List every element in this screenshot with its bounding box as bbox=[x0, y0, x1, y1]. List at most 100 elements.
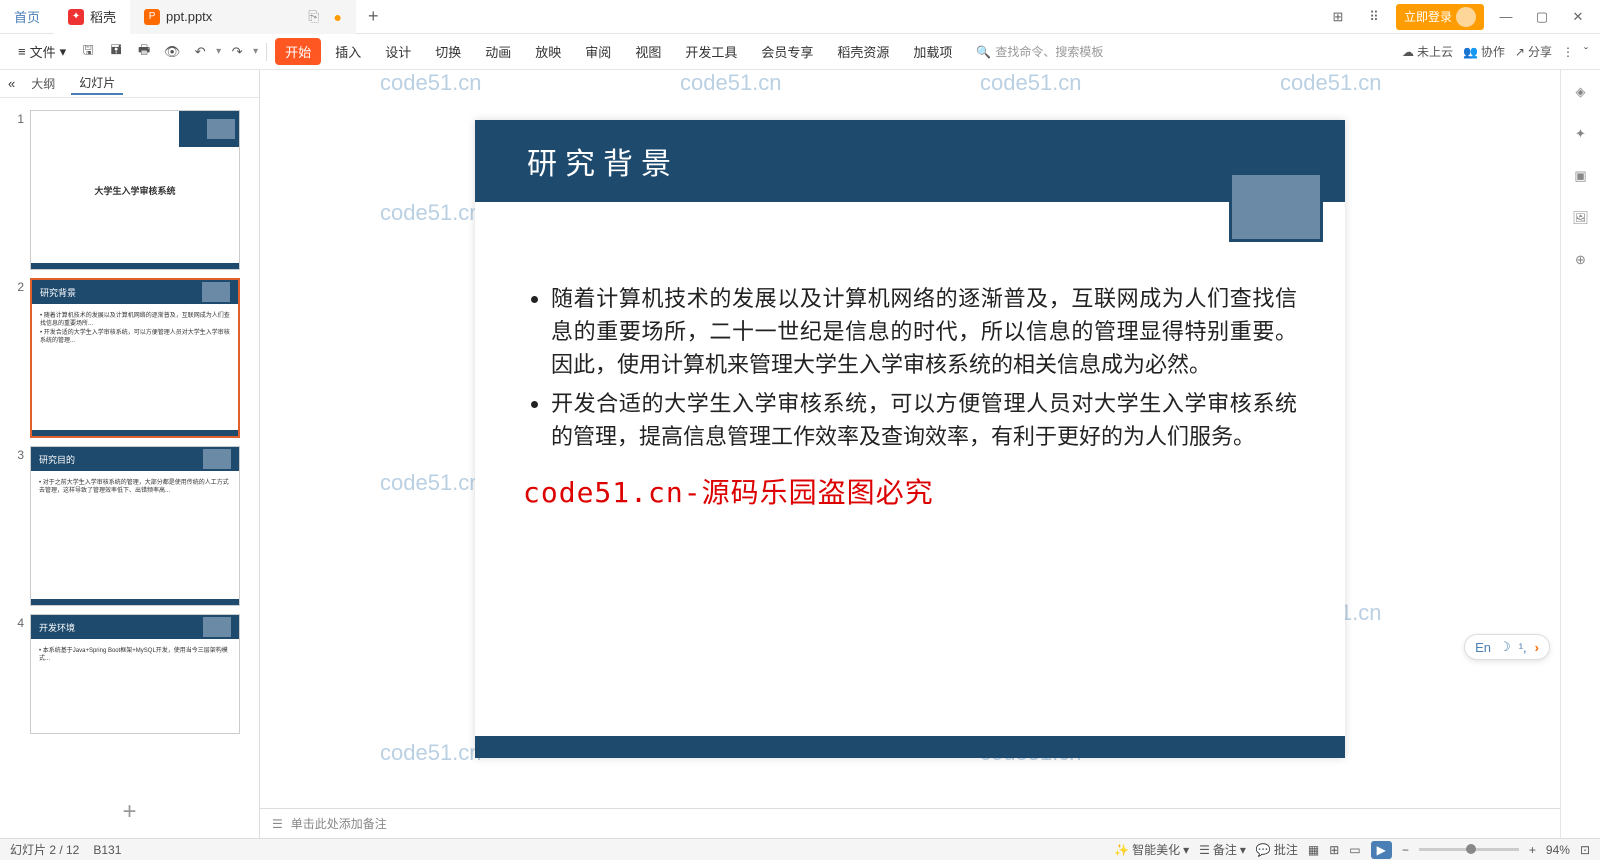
thumb-4[interactable]: 开发环境 • 本系统基于Java+Spring Boot框架+MySQL开发，使… bbox=[30, 614, 240, 734]
watermark: code51.cn bbox=[380, 200, 482, 226]
slideshow-button[interactable]: ▶ bbox=[1371, 841, 1392, 859]
undo-dropdown[interactable]: ▾ bbox=[216, 46, 221, 57]
beautify-label: 智能美化 bbox=[1132, 841, 1180, 858]
close-icon[interactable]: ✕ bbox=[1564, 3, 1592, 31]
tab-dot-icon: ● bbox=[334, 9, 342, 25]
slide-title[interactable]: 研究背景 bbox=[475, 120, 1345, 202]
zoom-level[interactable]: 94% bbox=[1546, 843, 1570, 857]
zoom-out[interactable]: − bbox=[1402, 843, 1409, 857]
search-icon: 🔍 bbox=[976, 45, 991, 59]
redo-icon[interactable]: ↷ bbox=[225, 40, 249, 64]
tab-docker-label: 稻壳 bbox=[90, 7, 116, 26]
minimize-icon[interactable]: — bbox=[1492, 3, 1520, 31]
undo-icon[interactable]: ↶ bbox=[188, 40, 212, 64]
view-sorter-icon[interactable]: ⊞ bbox=[1329, 843, 1339, 857]
avatar bbox=[1456, 7, 1476, 27]
coop-label: 协作 bbox=[1481, 43, 1505, 60]
ime-lang[interactable]: En bbox=[1475, 640, 1491, 655]
panel-collapse[interactable]: « bbox=[8, 76, 15, 91]
tab-file[interactable]: P ppt.pptx ⎘ ● bbox=[130, 0, 356, 34]
ribbon-devtools[interactable]: 开发工具 bbox=[675, 38, 747, 65]
fit-icon[interactable]: ⊡ bbox=[1580, 843, 1590, 857]
toolbar: ≡ 文件 ▾ 🖫 🖬 🖶 👁 ↶ ▾ ↷ ▾ 开始 插入 设计 切换 动画 放映… bbox=[0, 34, 1600, 70]
ribbon-vip[interactable]: 会员专享 bbox=[751, 38, 823, 65]
rail-diamond-icon[interactable]: ◈ bbox=[1569, 80, 1593, 104]
rail-plus-icon[interactable]: ⊕ bbox=[1569, 248, 1593, 272]
tab-add[interactable]: + bbox=[356, 6, 391, 27]
file-menu[interactable]: ≡ 文件 ▾ bbox=[12, 42, 72, 61]
watermark-text: code51.cn-源码乐园盗图必究 bbox=[523, 471, 1297, 511]
zoom-in[interactable]: + bbox=[1529, 843, 1536, 857]
rail-image-icon[interactable]: 🖼 bbox=[1569, 206, 1593, 230]
login-label: 立即登录 bbox=[1404, 8, 1452, 25]
thumb-title: 研究目的 bbox=[39, 453, 75, 466]
comments-toggle[interactable]: 💬批注 bbox=[1256, 841, 1298, 858]
thumb-1[interactable]: 大学生入学审核系统 bbox=[30, 110, 240, 270]
ime-comma-icon[interactable]: ¹, bbox=[1519, 640, 1527, 655]
ribbon-review[interactable]: 审阅 bbox=[575, 38, 621, 65]
notes-icon: ☰ bbox=[272, 817, 283, 831]
cloud-status[interactable]: ☁未上云 bbox=[1402, 43, 1453, 60]
collapse-ribbon-icon[interactable]: ˇ bbox=[1584, 45, 1588, 59]
layout-icon[interactable]: ⊞ bbox=[1324, 3, 1352, 31]
login-button[interactable]: 立即登录 bbox=[1396, 4, 1484, 30]
ribbon-addins[interactable]: 加载项 bbox=[903, 38, 962, 65]
ribbon-slideshow[interactable]: 放映 bbox=[525, 38, 571, 65]
ime-moon-icon[interactable]: ☽ bbox=[1499, 639, 1511, 655]
tab-docker[interactable]: ✦ 稻壳 bbox=[54, 0, 130, 34]
slide-panel: « 大纲 幻灯片 1 大学生入学审核系统 2 研究背景 • 随着计算 bbox=[0, 70, 260, 838]
print-icon[interactable]: 🖶 bbox=[132, 40, 156, 64]
notes-bar[interactable]: ☰ 单击此处添加备注 bbox=[260, 808, 1560, 838]
thumb-3[interactable]: 研究目的 • 对于之前大学生入学审核系统的管理，大部分都是使用传统的人工方式去管… bbox=[30, 446, 240, 606]
share-label: 分享 bbox=[1528, 43, 1552, 60]
ribbon-transition[interactable]: 切换 bbox=[425, 38, 471, 65]
slide-corner-image bbox=[1229, 172, 1323, 242]
slide-footer-bar bbox=[475, 736, 1345, 758]
rail-layers-icon[interactable]: ▣ bbox=[1569, 164, 1593, 188]
ribbon-design[interactable]: 设计 bbox=[375, 38, 421, 65]
slide[interactable]: 研究背景 随着计算机技术的发展以及计算机网络的逐渐普及，互联网成为人们查找信息的… bbox=[475, 120, 1345, 758]
slide-body[interactable]: 随着计算机技术的发展以及计算机网络的逐渐普及，互联网成为人们查找信息的重要场所，… bbox=[475, 202, 1345, 531]
view-normal-icon[interactable]: ▦ bbox=[1308, 843, 1319, 857]
thumb-number: 2 bbox=[8, 278, 24, 438]
maximize-icon[interactable]: ▢ bbox=[1528, 3, 1556, 31]
thumb-number: 4 bbox=[8, 614, 24, 734]
beautify-button[interactable]: ✨智能美化▾ bbox=[1114, 841, 1189, 858]
ribbon-insert[interactable]: 插入 bbox=[325, 38, 371, 65]
right-rail: ◈ ✦ ▣ 🖼 ⊕ bbox=[1560, 70, 1600, 838]
cloud-icon: ☁ bbox=[1402, 45, 1414, 59]
ribbon-animation[interactable]: 动画 bbox=[475, 38, 521, 65]
zoom-slider[interactable] bbox=[1419, 848, 1519, 851]
bullet-2[interactable]: 开发合适的大学生入学审核系统，可以方便管理人员对大学生入学审核系统的管理，提高信… bbox=[551, 387, 1297, 453]
search-box[interactable]: 🔍 查找命令、搜索模板 bbox=[976, 43, 1103, 60]
slides-tab[interactable]: 幻灯片 bbox=[71, 72, 123, 95]
apps-icon[interactable]: ⠿ bbox=[1360, 3, 1388, 31]
saveas-icon[interactable]: 🖬 bbox=[104, 40, 128, 64]
ime-expand-icon[interactable]: › bbox=[1535, 640, 1539, 655]
view-reading-icon[interactable]: ▭ bbox=[1349, 843, 1360, 857]
coop-button[interactable]: 👥协作 bbox=[1463, 43, 1505, 60]
save-icon[interactable]: 🖫 bbox=[76, 40, 100, 64]
ribbon-view[interactable]: 视图 bbox=[625, 38, 671, 65]
thumb-number: 3 bbox=[8, 446, 24, 606]
ribbon-start[interactable]: 开始 bbox=[275, 38, 321, 65]
tab-menu-icon[interactable]: ⎘ bbox=[308, 8, 319, 25]
ime-toolbar[interactable]: En ☽ ¹, › bbox=[1464, 634, 1550, 660]
canvas[interactable]: code51.cn code51.cn code51.cn code51.cn … bbox=[260, 70, 1560, 838]
rail-star-icon[interactable]: ✦ bbox=[1569, 122, 1593, 146]
notes-toggle[interactable]: ☰备注▾ bbox=[1199, 841, 1246, 858]
add-slide-button[interactable]: + bbox=[0, 786, 259, 838]
ribbon-resources[interactable]: 稻壳资源 bbox=[827, 38, 899, 65]
cloud-label: 未上云 bbox=[1417, 43, 1453, 60]
preview-icon[interactable]: 👁 bbox=[160, 40, 184, 64]
thumb-2[interactable]: 研究背景 • 随着计算机技术的发展以及计算机网络的逐渐普及，互联网成为人们查找信… bbox=[30, 278, 240, 438]
docker-icon: ✦ bbox=[68, 9, 84, 25]
share-button[interactable]: ↗分享 bbox=[1515, 43, 1552, 60]
bullet-1[interactable]: 随着计算机技术的发展以及计算机网络的逐渐普及，互联网成为人们查找信息的重要场所，… bbox=[551, 282, 1297, 381]
wand-icon: ✨ bbox=[1114, 843, 1129, 857]
more-icon[interactable]: ⋮ bbox=[1562, 45, 1574, 59]
tab-file-label: ppt.pptx bbox=[166, 9, 212, 24]
outline-tab[interactable]: 大纲 bbox=[23, 73, 63, 94]
redo-dropdown[interactable]: ▾ bbox=[253, 46, 258, 57]
tab-home[interactable]: 首页 bbox=[0, 0, 54, 34]
